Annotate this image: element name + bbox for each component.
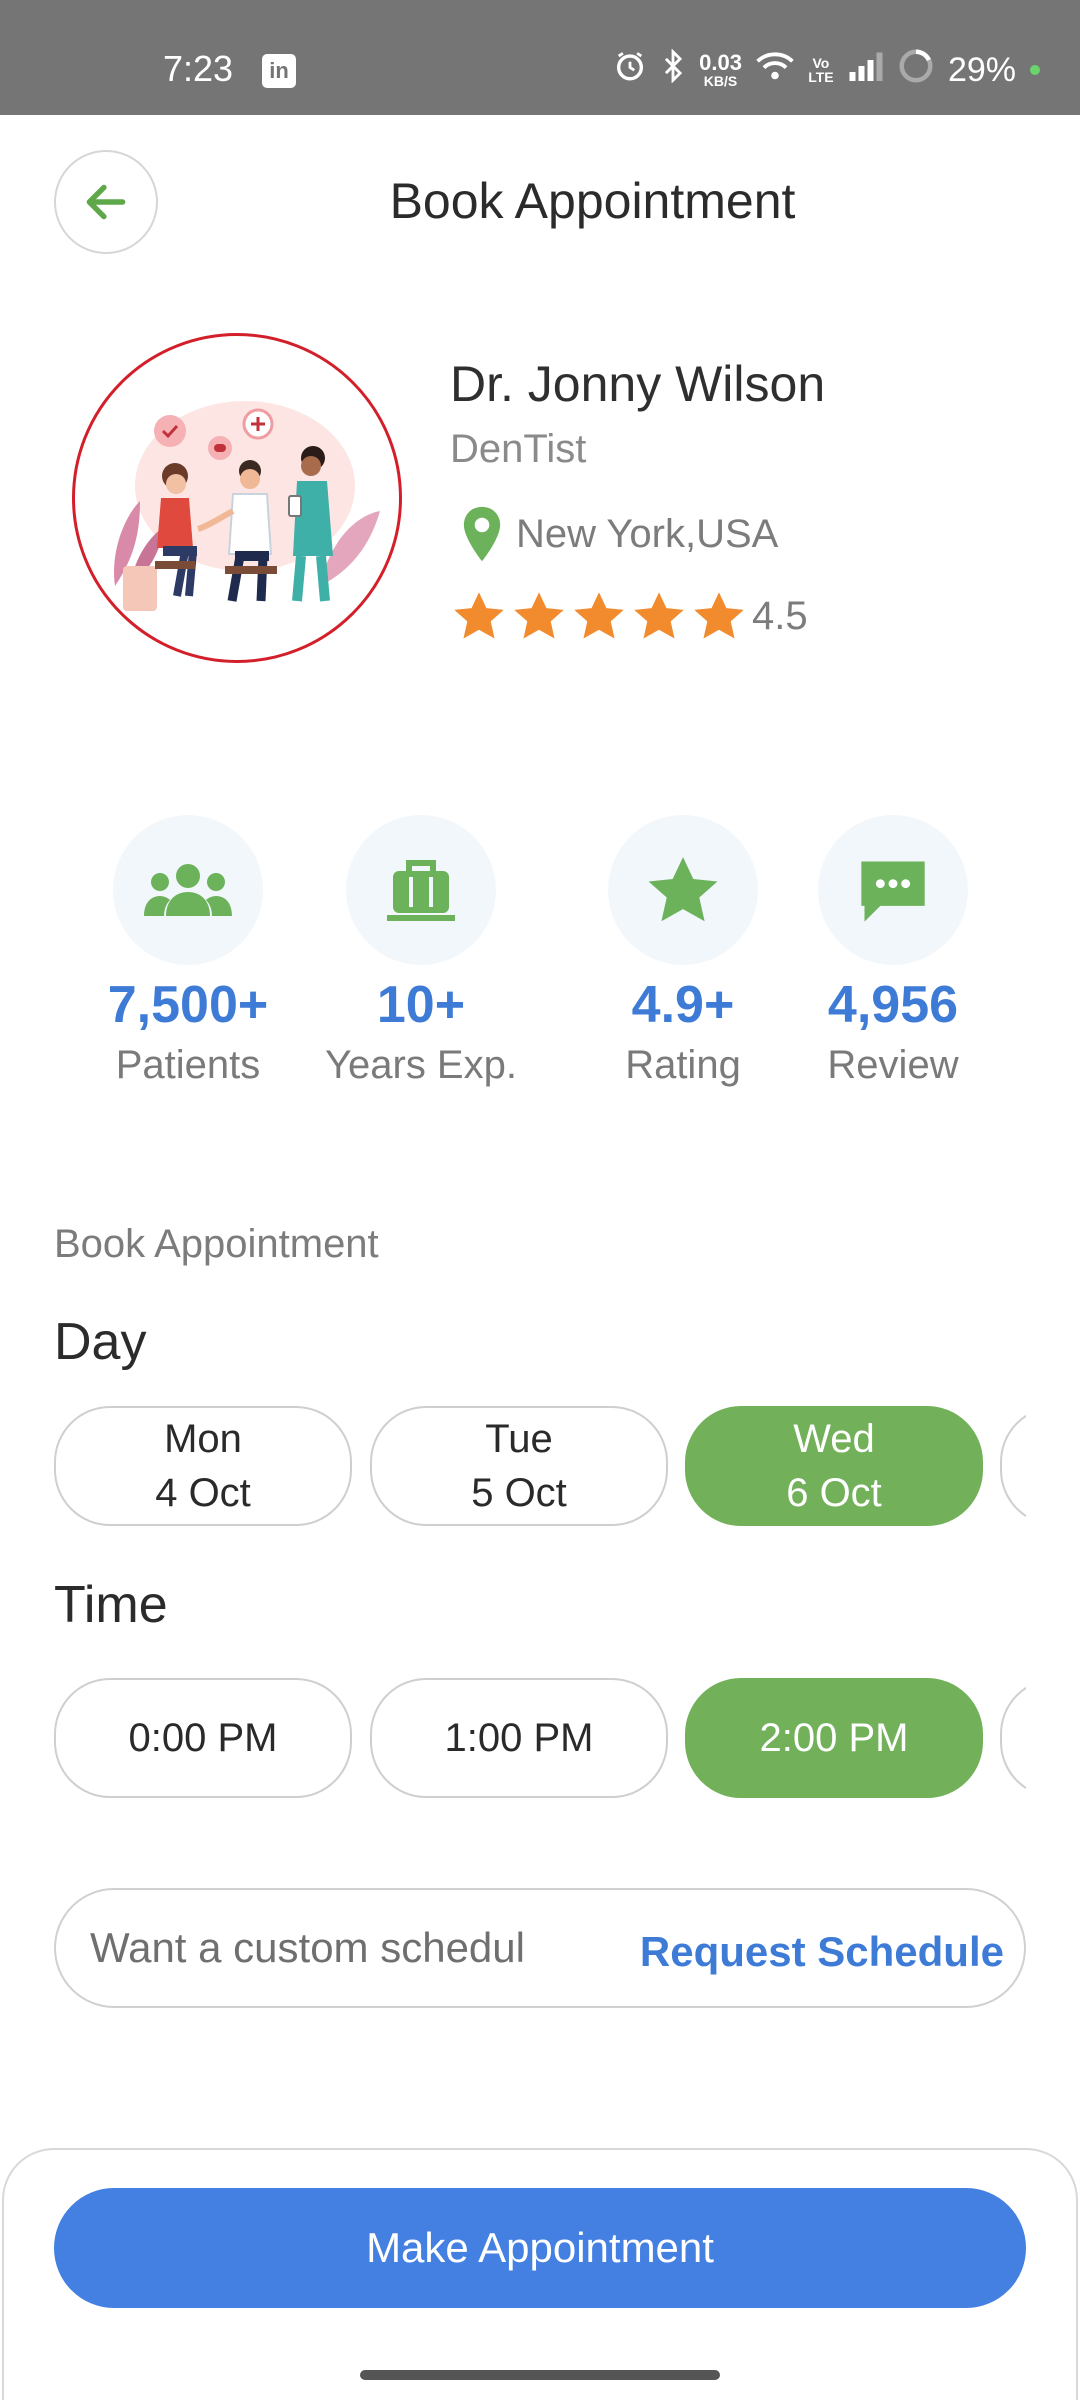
doctor-rating: 4.5	[452, 590, 808, 642]
stat-value: 4.9+	[631, 976, 735, 1034]
stat-patients: 7,500+ Patients	[78, 815, 298, 1088]
rating-star-icon	[634, 592, 684, 639]
stat-label: Years Exp.	[325, 1043, 517, 1087]
time-chip-2[interactable]: 2:00 PM	[685, 1678, 983, 1798]
day-heading: Day	[54, 1313, 147, 1371]
rating-star-icon	[694, 592, 744, 639]
stat-value: 4,956	[827, 976, 959, 1034]
custom-schedule-input[interactable]	[90, 1924, 630, 1972]
day-chip-tue[interactable]: Tue 5 Oct	[370, 1406, 668, 1526]
custom-schedule-field: Request Schedule	[54, 1888, 1026, 2008]
stat-rating: 4.9+ Rating	[573, 815, 793, 1088]
rating-star-icon	[574, 592, 624, 639]
make-appointment-button[interactable]: Make Appointment	[54, 2188, 1026, 2308]
patients-icon	[144, 864, 232, 916]
signal-icon	[848, 51, 884, 90]
stat-value: 10+	[376, 976, 466, 1034]
stat-reviews: 4,956 Review	[783, 815, 1003, 1088]
location-text: New York,USA	[516, 511, 779, 556]
wifi-icon	[756, 51, 794, 90]
volte-icon: Vo LTE	[808, 55, 834, 85]
stat-label: Patients	[115, 1043, 261, 1087]
alarm-icon	[613, 49, 647, 92]
doctor-name: Dr. Jonny Wilson	[450, 356, 826, 412]
section-label: Book Appointment	[54, 1222, 379, 1266]
stat-label: Rating	[625, 1043, 741, 1087]
status-icons: 0.03 KB/S Vo LTE 29%	[613, 47, 1040, 93]
time-chip-1[interactable]: 1:00 PM	[370, 1678, 668, 1798]
network-speed: 0.03 KB/S	[699, 50, 742, 89]
day-selector: Mon 4 Oct Tue 5 Oct Wed 6 Oct	[54, 1406, 1026, 1528]
time-heading: Time	[54, 1576, 168, 1634]
request-schedule-link[interactable]: Request Schedule	[640, 1928, 1004, 1976]
chat-icon	[861, 861, 925, 922]
linkedin-icon: in	[262, 54, 296, 88]
doctor-location: New York,USA	[460, 505, 778, 563]
rating-stars	[452, 590, 746, 642]
time-chip-0[interactable]: 0:00 PM	[54, 1678, 352, 1798]
stat-label: Review	[827, 1043, 959, 1087]
location-pin-icon	[463, 506, 501, 562]
time-selector: 0:00 PM 1:00 PM 2:00 PM	[54, 1678, 1026, 1800]
page-title: Book Appointment	[389, 173, 796, 229]
status-time: 7:23	[163, 48, 234, 89]
doctor-specialty: DenTist	[450, 427, 587, 471]
stat-experience: 10+ Years Exp.	[311, 815, 531, 1088]
day-chip-next[interactable]	[1000, 1406, 1026, 1526]
time-chip-next[interactable]	[1000, 1678, 1026, 1798]
day-chip-wed[interactable]: Wed 6 Oct	[685, 1406, 983, 1526]
bluetooth-icon	[661, 47, 685, 92]
status-bar: 7:23 in 0.03 KB/S Vo LTE 29%	[0, 0, 1080, 115]
privacy-dot	[1030, 65, 1040, 75]
stat-value: 7,500+	[107, 976, 269, 1034]
battery-percent: 29%	[947, 50, 1016, 89]
doctor-avatar	[72, 333, 402, 663]
star-icon	[648, 857, 718, 922]
day-chip-mon[interactable]: Mon 4 Oct	[54, 1406, 352, 1526]
battery-icon	[898, 48, 934, 93]
home-indicator[interactable]	[360, 2370, 720, 2380]
briefcase-icon	[387, 860, 455, 921]
rating-star-icon	[454, 592, 504, 639]
rating-value: 4.5	[752, 593, 808, 638]
rating-star-icon	[514, 592, 564, 639]
